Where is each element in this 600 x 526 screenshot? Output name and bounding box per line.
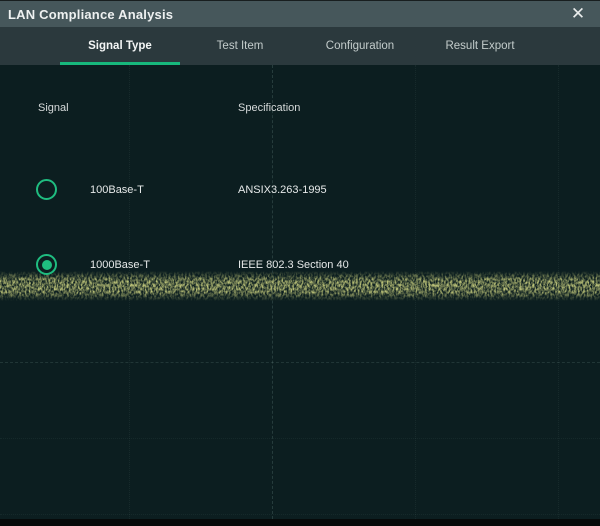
tab-label: Test Item (217, 40, 264, 52)
close-icon[interactable]: ✕ (562, 0, 594, 27)
signal-name: 100Base-T (90, 184, 144, 196)
graticule-center-hline (0, 362, 600, 363)
tab-configuration[interactable]: Configuration (300, 27, 420, 65)
tab-signal-type[interactable]: Signal Type (60, 27, 180, 65)
graticule-hline (0, 514, 600, 515)
screen-bottom-edge (0, 519, 600, 526)
lan-compliance-dialog: LAN Compliance Analysis ✕ Signal Type Te… (0, 0, 600, 526)
tab-label: Result Export (445, 40, 514, 52)
signal-specification: ANSIX3.263-1995 (238, 184, 327, 196)
dialog-tab-bar: Signal Type Test Item Configuration Resu… (0, 27, 600, 65)
signal-row-100base-t[interactable]: 100Base-T ANSIX3.263-1995 (0, 168, 600, 212)
radio-1000base-t[interactable] (36, 254, 57, 275)
tab-label: Signal Type (88, 40, 152, 52)
tab-label: Configuration (326, 40, 394, 52)
graticule-hline (0, 438, 600, 439)
tab-test-item[interactable]: Test Item (180, 27, 300, 65)
tab-result-export[interactable]: Result Export (420, 27, 540, 65)
radio-dot (42, 260, 52, 270)
dialog-title-bar: LAN Compliance Analysis (0, 0, 600, 27)
signal-row-1000base-t[interactable]: 1000Base-T IEEE 802.3 Section 40 (0, 243, 600, 287)
dialog-title: LAN Compliance Analysis (8, 7, 173, 22)
column-header-signal: Signal (38, 102, 69, 114)
signal-name: 1000Base-T (90, 259, 150, 271)
signal-specification: IEEE 802.3 Section 40 (238, 259, 349, 271)
radio-100base-t[interactable] (36, 179, 57, 200)
column-header-specification: Specification (238, 102, 300, 114)
